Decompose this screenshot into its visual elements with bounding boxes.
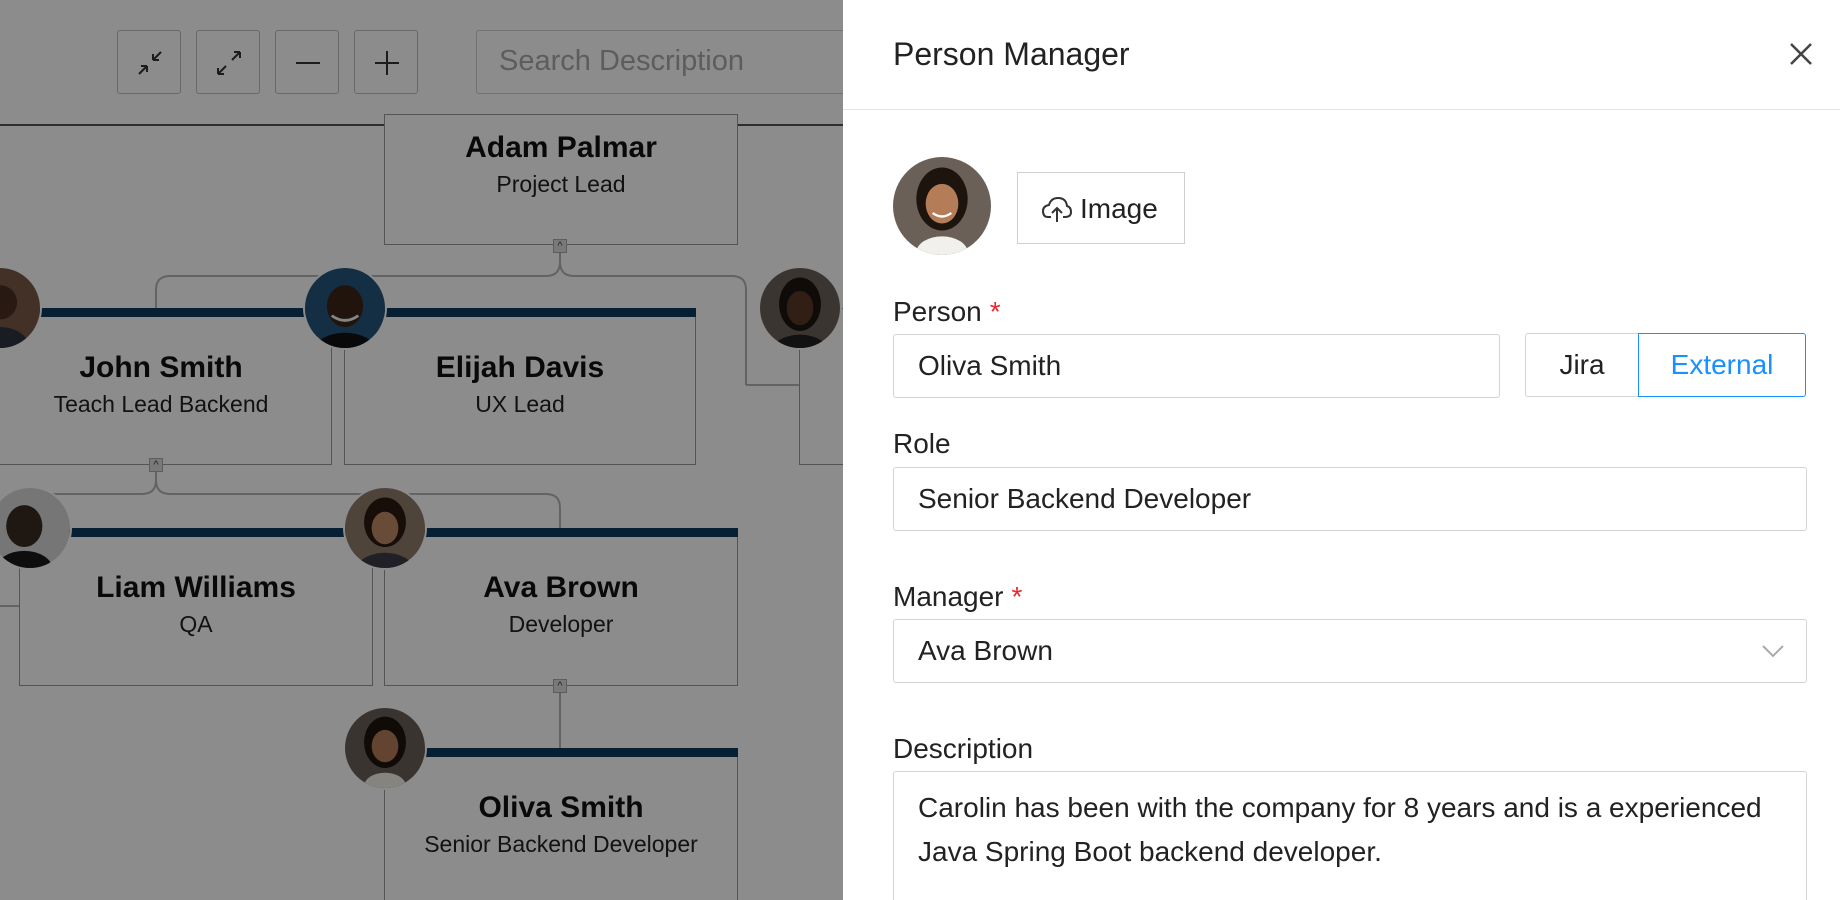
source-option-external[interactable]: External [1638,333,1806,397]
drawer-header: Person Manager [843,0,1840,110]
description-label: Description [893,733,1034,764]
source-option-jira[interactable]: Jira [1525,333,1638,397]
modal-mask[interactable] [0,0,843,900]
role-input[interactable]: Senior Backend Developer [893,467,1807,531]
role-label: Role [893,428,951,459]
upload-button-label: Image [1080,193,1158,224]
manager-select[interactable]: Ava Brown [893,619,1807,683]
manager-select-value: Ava Brown [918,635,1053,666]
required-marker: * [989,296,1001,327]
manager-label-text: Manager [893,581,1004,612]
cloud-upload-icon [1042,197,1072,222]
upload-image-button[interactable]: Image [1017,172,1185,244]
person-input[interactable]: Oliva Smith [893,334,1500,398]
manager-label: Manager * [893,581,1022,613]
person-manager-drawer: Person Manager Image Person * Oliva Smith… [843,0,1840,900]
person-label-text: Person [893,296,982,327]
close-button[interactable] [1783,36,1819,72]
chevron-down-icon [1762,645,1784,658]
required-marker: * [1011,581,1023,612]
person-avatar [893,157,991,255]
drawer-title: Person Manager [893,36,1130,72]
person-label: Person * [893,296,1001,328]
description-textarea[interactable]: Carolin has been with the company for 8 … [893,771,1807,900]
close-icon [1790,43,1812,65]
